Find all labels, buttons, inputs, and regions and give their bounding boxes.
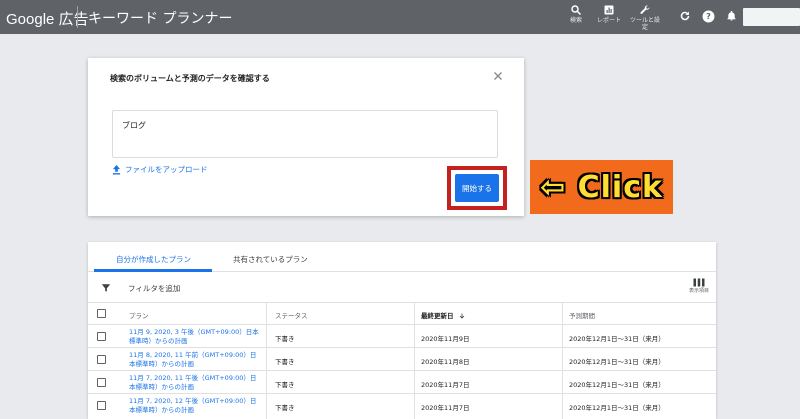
- columns-label: 表示項目: [689, 288, 710, 294]
- table-header-row: プラン ステータス 最終更新日 予測期間: [88, 303, 716, 325]
- wrench-icon: [640, 5, 650, 14]
- column-header-last-updated[interactable]: 最終更新日: [421, 310, 465, 320]
- help-icon[interactable]: ?: [702, 10, 715, 23]
- plan-name-link[interactable]: 11月 7, 2020, 12 午後（GMT+09:00）日本標準時）からの計画: [129, 397, 259, 415]
- plan-forecast-period: 2020年12月1日～31日（来月）: [569, 335, 665, 343]
- plan-status: 下書き: [275, 335, 295, 343]
- sort-descending-icon: [459, 313, 465, 319]
- tab-my-plans[interactable]: 自分が作成したプラン: [116, 254, 191, 265]
- logo-divider: [77, 6, 78, 28]
- plan-status: 下書き: [275, 404, 295, 412]
- account-switcher[interactable]: [743, 8, 800, 26]
- top-app-bar: Google 広告 キーワード プランナー 検索 レポート ツールと設定 ?: [0, 0, 800, 34]
- notifications-bell-icon[interactable]: [726, 10, 737, 22]
- click-callout-text: ⇦ Click: [540, 169, 663, 205]
- dialog-title: 検索のボリュームと予測のデータを確認する: [110, 74, 270, 83]
- plan-name-link[interactable]: 11月 8, 2020, 11 午前（GMT+09:00）日本標準時）からの計画: [129, 351, 259, 369]
- search-icon: [571, 5, 582, 16]
- plan-last-updated: 2020年11月8日: [421, 358, 470, 366]
- refresh-icon[interactable]: [679, 10, 691, 22]
- click-callout: ⇦ Click: [530, 160, 673, 214]
- close-icon[interactable]: [492, 70, 504, 82]
- plan-name-link[interactable]: 11月 9, 2020, 3 午後（GMT+09:00）日本標準時）からの計画: [129, 328, 259, 346]
- tab-shared-plans[interactable]: 共有されているプラン: [233, 254, 308, 265]
- column-header-plan[interactable]: プラン: [129, 310, 149, 320]
- plan-last-updated: 2020年11月7日: [421, 404, 470, 412]
- plan-status: 下書き: [275, 358, 295, 366]
- column-header-last-updated-label: 最終更新日: [421, 312, 454, 320]
- columns-button[interactable]: 表示項目: [689, 278, 709, 295]
- table-row: 11月 8, 2020, 11 午前（GMT+09:00）日本標準時）からの計画…: [88, 348, 716, 371]
- plan-forecast-period: 2020年12月1日～31日（来月）: [569, 404, 665, 412]
- row-checkbox[interactable]: [97, 401, 106, 410]
- select-all-checkbox[interactable]: [97, 309, 106, 318]
- plans-card: 自分が作成したプラン 共有されているプラン フィルタを追加 表示項目 プラン ス…: [88, 242, 716, 419]
- table-row: 11月 7, 2020, 11 午後（GMT+09:00）日本標準時）からの計画…: [88, 371, 716, 394]
- filter-icon[interactable]: [101, 283, 111, 293]
- search-tool-label: 検索: [570, 17, 583, 24]
- upload-file-label: ファイルをアップロード: [125, 165, 208, 174]
- plan-name-link[interactable]: 11月 7, 2020, 11 午後（GMT+09:00）日本標準時）からの計画: [129, 374, 259, 392]
- row-checkbox[interactable]: [97, 378, 106, 387]
- upload-icon: [112, 164, 121, 174]
- table-row: 11月 9, 2020, 3 午後（GMT+09:00）日本標準時）からの計画 …: [88, 325, 716, 348]
- report-tool-button[interactable]: レポート: [597, 4, 621, 24]
- upload-file-link[interactable]: ファイルをアップロード: [112, 164, 208, 175]
- column-header-status[interactable]: ステータス: [275, 310, 308, 320]
- page-title: キーワード プランナー: [88, 11, 233, 27]
- plan-last-updated: 2020年11月9日: [421, 335, 470, 343]
- row-checkbox[interactable]: [97, 355, 106, 364]
- filter-bar: フィルタを追加 表示項目: [88, 272, 716, 303]
- columns-icon: [693, 278, 705, 287]
- report-tool-label: レポート: [597, 17, 622, 24]
- tools-settings-label: ツールと設定: [630, 17, 661, 31]
- table-row: 11月 7, 2020, 12 午後（GMT+09:00）日本標準時）からの計画…: [88, 394, 716, 417]
- row-checkbox[interactable]: [97, 332, 106, 341]
- column-header-forecast-period[interactable]: 予測期間: [569, 310, 595, 320]
- plan-forecast-period: 2020年12月1日～31日（来月）: [569, 381, 665, 389]
- plan-last-updated: 2020年11月7日: [421, 381, 470, 389]
- tools-settings-button[interactable]: ツールと設定: [630, 4, 660, 31]
- plans-tabs: 自分が作成したプラン 共有されているプラン: [88, 242, 716, 272]
- search-tool-button[interactable]: 検索: [570, 4, 582, 24]
- start-button[interactable]: 開始する: [455, 174, 499, 202]
- add-filter-button[interactable]: フィルタを追加: [128, 283, 180, 294]
- plan-status: 下書き: [275, 381, 295, 389]
- svg-text:?: ?: [706, 11, 711, 21]
- plan-forecast-period: 2020年12月1日～31日（来月）: [569, 358, 665, 366]
- keyword-input[interactable]: ブログ: [112, 110, 498, 158]
- report-icon: [604, 5, 614, 15]
